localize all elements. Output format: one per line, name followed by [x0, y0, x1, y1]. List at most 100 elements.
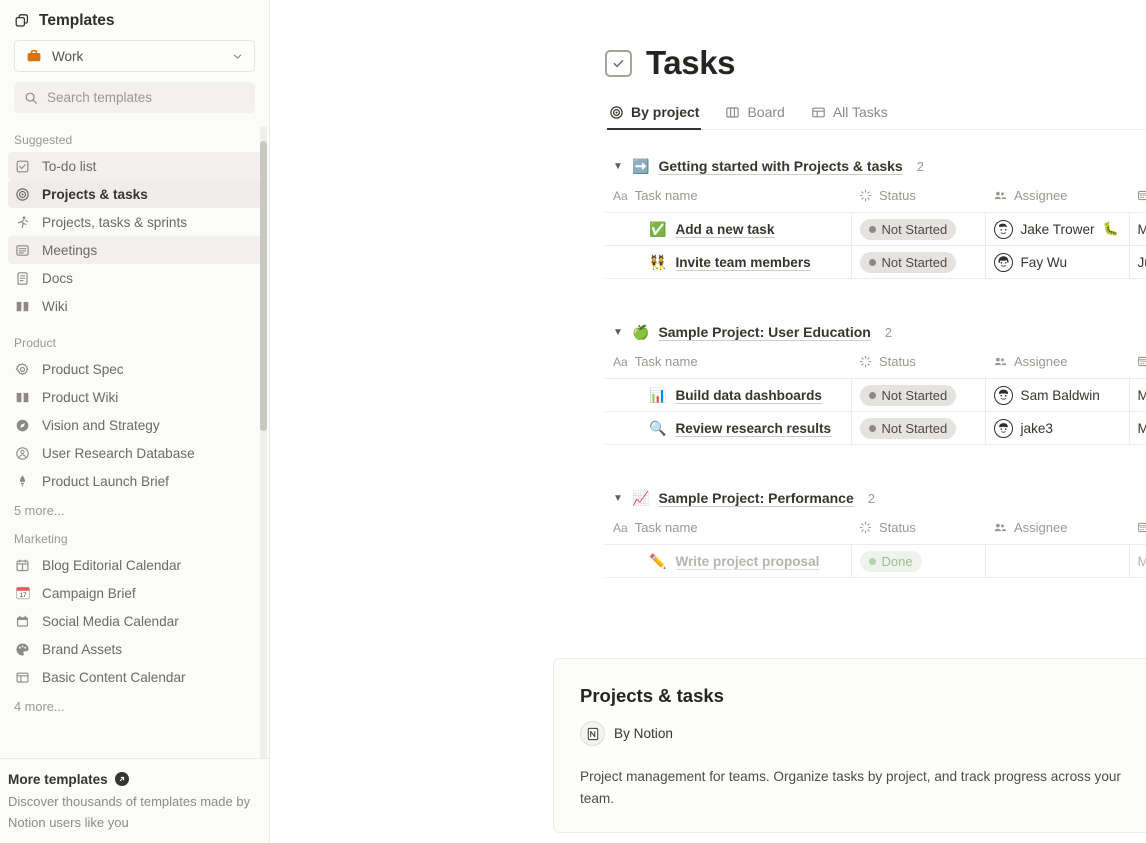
task-name-label[interactable]: Review research results [675, 421, 831, 436]
sidebar-item-campaign-brief[interactable]: 17 Campaign Brief [8, 579, 261, 607]
status-label: Done [881, 553, 913, 569]
cell-assignee[interactable]: jake3 [985, 411, 1130, 445]
status-dot [868, 424, 876, 432]
gear-icon [14, 361, 31, 378]
sidebar-item-meetings[interactable]: Meetings [8, 236, 261, 264]
cell-assignee[interactable]: Sam Baldwin [985, 378, 1130, 412]
article-icon [14, 242, 31, 259]
cell-status[interactable]: Done [851, 544, 986, 578]
tab-by-project[interactable]: By project [607, 104, 702, 130]
column-header-status[interactable]: Status [851, 182, 985, 213]
sidebar-item-product-wiki[interactable]: Product Wiki [8, 383, 261, 411]
palette-icon [14, 641, 31, 658]
table-row[interactable]: 🔍 Review research results Not Started jak… [605, 411, 1146, 445]
sidebar-item-basic-content-calendar[interactable]: Basic Content Calendar [8, 663, 261, 691]
search-templates-box[interactable] [14, 82, 255, 113]
cell-due[interactable]: June 6, 2023 [1129, 245, 1146, 279]
cell-assignee[interactable]: Fay Wu [985, 245, 1130, 279]
column-header-assignee[interactable]: Assignee [985, 514, 1129, 545]
more-templates-link[interactable]: More templates [8, 772, 255, 787]
sidebar-item-social-media-calendar[interactable]: Social Media Calendar [8, 607, 261, 635]
tab-label: By project [631, 104, 700, 120]
product-more-link[interactable]: 5 more... [0, 495, 269, 528]
sidebar-item-projects-tasks-sprints[interactable]: Projects, tasks & sprints [8, 208, 261, 236]
sidebar-item-product-spec[interactable]: Product Spec [8, 355, 261, 383]
cell-task-name[interactable]: 👯 Invite team members [605, 245, 852, 279]
column-header-task-name[interactable]: Aa Task name [605, 348, 851, 379]
sidebar-item-product-launch-brief[interactable]: Product Launch Brief [8, 467, 261, 495]
sidebar-item-docs[interactable]: Docs [8, 264, 261, 292]
sidebar-item-brand-assets[interactable]: Brand Assets [8, 635, 261, 663]
templates-gallery-window: Templates Work Search templates Suggeste… [0, 0, 1146, 843]
sidebar-item-blog-editorial-calendar[interactable]: Blog Editorial Calendar [8, 551, 261, 579]
cell-task-name[interactable]: 🔍 Review research results [605, 411, 852, 445]
calendar-icon [1137, 355, 1146, 368]
table-row[interactable]: 📊 Build data dashboards Not Started Sam B… [605, 378, 1146, 412]
column-header-task-name[interactable]: Aa Task name [605, 514, 851, 545]
assignee-label: Jake Trower [1020, 221, 1095, 237]
group-header[interactable]: ▼ 🍏 Sample Project: User Education 2 [605, 324, 1146, 340]
cell-due[interactable]: May 23, 2023 [1129, 411, 1146, 445]
table-row[interactable]: 👯 Invite team members Not Started Fay Wu … [605, 245, 1146, 279]
caret-down-icon[interactable]: ▼ [613, 493, 623, 504]
column-header-due[interactable]: Due [1129, 514, 1146, 545]
tab-board[interactable]: Board [723, 104, 786, 129]
task-name-label[interactable]: Invite team members [675, 255, 810, 270]
search-input[interactable] [47, 90, 245, 105]
column-header-assignee[interactable]: Assignee [985, 348, 1129, 379]
cell-assignee[interactable]: Jake Trower 🐛 [985, 212, 1130, 246]
column-header-assignee[interactable]: Assignee [985, 182, 1129, 213]
task-name-label[interactable]: Write project proposal [675, 554, 819, 569]
cell-status[interactable]: Not Started [851, 378, 986, 412]
group-name[interactable]: Getting started with Projects & tasks [658, 158, 902, 174]
sidebar-header: Templates [0, 0, 269, 40]
cell-due[interactable]: May 6, 2023 [1129, 212, 1146, 246]
table-row[interactable]: ✅ Add a new task Not Started Jake Trower 🐛… [605, 212, 1146, 246]
sidebar-item-label: User Research Database [42, 445, 195, 461]
group-header[interactable]: ▼ 📈 Sample Project: Performance 2 [605, 490, 1146, 506]
sidebar-item-label: Social Media Calendar [42, 613, 179, 629]
calendar-icon [1137, 521, 1146, 534]
group-name[interactable]: Sample Project: User Education [658, 324, 870, 340]
cell-due[interactable]: May 15, 2023 [1129, 544, 1146, 578]
column-header-due[interactable]: Due [1129, 348, 1146, 379]
column-header-task-name[interactable]: Aa Task name [605, 182, 851, 213]
task-name-label[interactable]: Add a new task [675, 222, 774, 237]
sidebar-item-to-do-list[interactable]: To-do list [8, 152, 261, 180]
cell-status[interactable]: Not Started [851, 411, 986, 445]
tab-all-tasks[interactable]: All Tasks [809, 104, 890, 129]
sidebar-item-vision-and-strategy[interactable]: Vision and Strategy [8, 411, 261, 439]
calendar-date-icon: 17 [14, 585, 31, 602]
group-header[interactable]: ▼ ➡️ Getting started with Projects & tas… [605, 158, 1146, 174]
sidebar-item-projects-and-tasks[interactable]: Projects & tasks [8, 180, 261, 208]
status-label: Not Started [881, 420, 948, 436]
cell-assignee[interactable] [985, 544, 1130, 578]
group-name[interactable]: Sample Project: Performance [658, 490, 853, 506]
sidebar-item-user-research-database[interactable]: User Research Database [8, 439, 261, 467]
table-row[interactable]: ✏️ Write project proposal Done May 15, 20… [605, 544, 1146, 578]
cell-task-name[interactable]: 📊 Build data dashboards [605, 378, 852, 412]
task-table: AaTask name Status Assignee Due Priority… [605, 514, 1146, 578]
section-title-suggested: Suggested [14, 133, 73, 147]
more-templates-label: More templates [8, 771, 108, 787]
cell-due[interactable]: May 12, 2023 [1129, 378, 1146, 412]
sidebar-scrollbar-thumb[interactable] [260, 141, 267, 431]
column-header-status[interactable]: Status [851, 348, 985, 379]
avatar [993, 252, 1013, 272]
sidebar-item-wiki[interactable]: Wiki [8, 292, 261, 320]
column-header-due[interactable]: Due [1129, 182, 1146, 213]
cell-task-name[interactable]: ✏️ Write project proposal [605, 544, 852, 578]
cell-status[interactable]: Not Started [851, 212, 986, 246]
view-tabs: By project Board All Tasks [605, 104, 1146, 130]
column-header-status[interactable]: Status [851, 514, 985, 545]
table-header-row: AaTask name Status Assignee Due Priority… [605, 182, 1146, 213]
sidebar-item-label: Product Launch Brief [42, 473, 169, 489]
caret-down-icon[interactable]: ▼ [613, 161, 623, 172]
cell-status[interactable]: Not Started [851, 245, 986, 279]
workspace-selector[interactable]: Work [14, 40, 255, 72]
marketing-more-link[interactable]: 4 more... [0, 691, 269, 724]
task-name-label[interactable]: Build data dashboards [675, 388, 822, 403]
cell-task-name[interactable]: ✅ Add a new task [605, 212, 852, 246]
caret-down-icon[interactable]: ▼ [613, 327, 623, 338]
tab-label: All Tasks [832, 104, 888, 120]
